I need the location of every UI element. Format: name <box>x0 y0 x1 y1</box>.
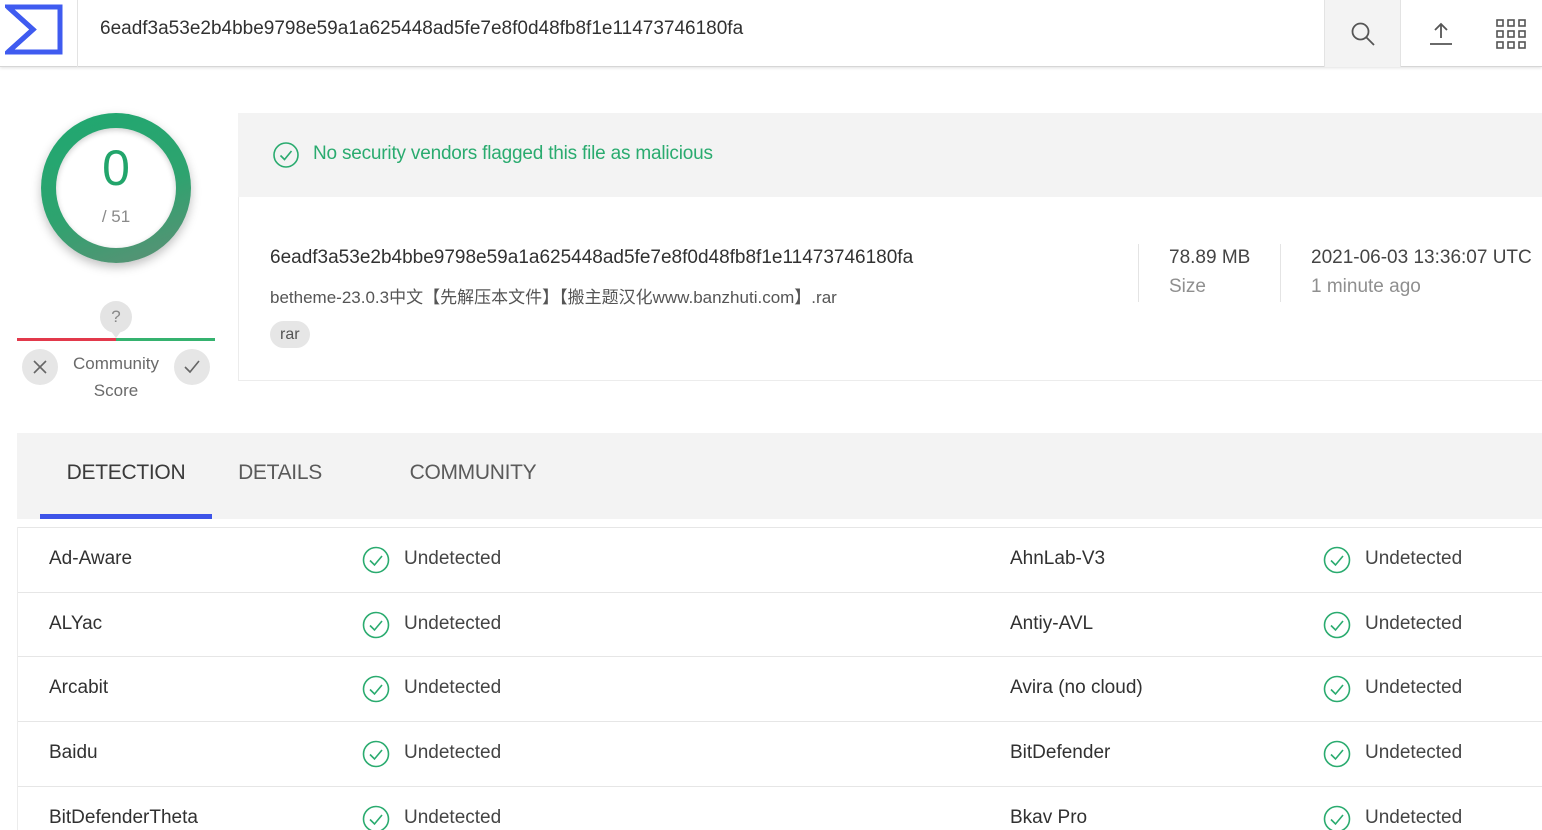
engine-name: BitDefenderTheta <box>49 807 198 828</box>
community-bar-malicious <box>17 338 116 341</box>
close-icon <box>33 360 47 374</box>
apps-button[interactable] <box>1479 0 1542 67</box>
engine-status: Undetected <box>404 677 502 698</box>
divider <box>1138 244 1139 302</box>
search-icon <box>1351 22 1375 46</box>
engine-status: Undetected <box>404 613 502 634</box>
home-logo[interactable] <box>0 0 78 67</box>
engine-name: Baidu <box>49 742 98 763</box>
search-button[interactable] <box>1324 0 1401 67</box>
detection-results: Ad-Aware Undetected AhnLab-V3 Undetected… <box>17 527 1542 830</box>
file-tag[interactable]: rar <box>270 321 310 348</box>
file-hash: 6eadf3a53e2b4bbe9798e59a1a625448ad5fe7e8… <box>270 247 914 268</box>
engine-name: Ad-Aware <box>49 548 133 569</box>
verdict-message: No security vendors flagged this file as… <box>313 143 713 164</box>
engine-name: AhnLab-V3 <box>1010 548 1106 569</box>
community-score-label: Community Score <box>58 350 174 404</box>
check-circle-icon <box>1323 805 1351 830</box>
upload-icon <box>1429 22 1452 45</box>
community-label-line1: Community <box>73 354 159 373</box>
table-row: BitDefenderTheta Undetected Bkav Pro Und… <box>18 786 1542 830</box>
engine-status: Undetected <box>1365 677 1463 698</box>
top-bar <box>0 0 1542 67</box>
search-input[interactable] <box>100 14 1300 44</box>
upload-button[interactable] <box>1402 0 1479 67</box>
engine-name: Avira (no cloud) <box>1010 677 1143 698</box>
table-row: Arcabit Undetected Avira (no cloud) Unde… <box>18 656 1542 721</box>
score-total: / 51 <box>101 207 131 226</box>
engine-name: Arcabit <box>49 677 109 698</box>
community-score-value: ? <box>100 301 132 333</box>
tab-community[interactable]: COMMUNITY <box>391 433 555 519</box>
engine-status: Undetected <box>404 742 502 763</box>
tab-details[interactable]: DETAILS <box>215 433 345 519</box>
engine-name: Antiy-AVL <box>1010 613 1094 634</box>
analysis-date-relative: 1 minute ago <box>1311 276 1421 297</box>
check-circle-icon <box>1323 740 1351 768</box>
vote-harmless-button[interactable] <box>174 349 210 385</box>
check-circle-icon <box>362 675 390 703</box>
table-row: Ad-Aware Undetected AhnLab-V3 Undetected <box>18 527 1542 592</box>
active-tab-indicator <box>40 514 212 519</box>
file-size-label: Size <box>1169 276 1206 297</box>
table-row: Baidu Undetected BitDefender Undetected <box>18 721 1542 786</box>
check-circle-icon <box>1323 611 1351 639</box>
community-label-line2: Score <box>93 381 139 400</box>
check-circle-icon <box>362 546 390 574</box>
community-bar-harmless <box>116 338 215 341</box>
vote-malicious-button[interactable] <box>22 349 58 385</box>
analysis-date-value: 2021-06-03 13:36:07 UTC <box>1311 247 1532 268</box>
file-name: betheme-23.0.3中文【先解压本文件】【搬主题汉化www.banzhu… <box>270 288 837 307</box>
engine-name: BitDefender <box>1010 742 1111 763</box>
table-row: ALYac Undetected Antiy-AVL Undetected <box>18 592 1542 657</box>
detection-score: 0 / 51 <box>41 113 191 263</box>
file-info-card: 6eadf3a53e2b4bbe9798e59a1a625448ad5fe7e8… <box>238 197 1542 381</box>
engine-status: Undetected <box>1365 807 1463 828</box>
report-tabs: DETECTION DETAILS COMMUNITY <box>17 433 1542 519</box>
engine-status: Undetected <box>404 807 502 828</box>
engine-status: Undetected <box>1365 613 1463 634</box>
check-circle-icon <box>1323 546 1351 574</box>
engine-status: Undetected <box>1365 742 1463 763</box>
engine-status: Undetected <box>1365 548 1463 569</box>
check-circle-icon <box>273 142 299 168</box>
engine-name: Bkav Pro <box>1010 807 1088 828</box>
verdict-banner: No security vendors flagged this file as… <box>238 113 1542 197</box>
tab-detection[interactable]: DETECTION <box>40 433 212 519</box>
divider <box>1280 244 1281 302</box>
sigma-logo-icon[interactable] <box>5 4 63 56</box>
check-circle-icon <box>362 740 390 768</box>
engine-status: Undetected <box>404 548 502 569</box>
community-score-pointer <box>110 330 122 338</box>
check-icon <box>184 360 200 374</box>
check-circle-icon <box>1323 675 1351 703</box>
check-circle-icon <box>362 805 390 830</box>
apps-grid-icon <box>1495 18 1526 49</box>
file-size-value: 78.89 MB <box>1169 247 1251 268</box>
check-circle-icon <box>362 611 390 639</box>
engine-name: ALYac <box>49 613 103 634</box>
score-detections: 0 <box>102 140 130 196</box>
